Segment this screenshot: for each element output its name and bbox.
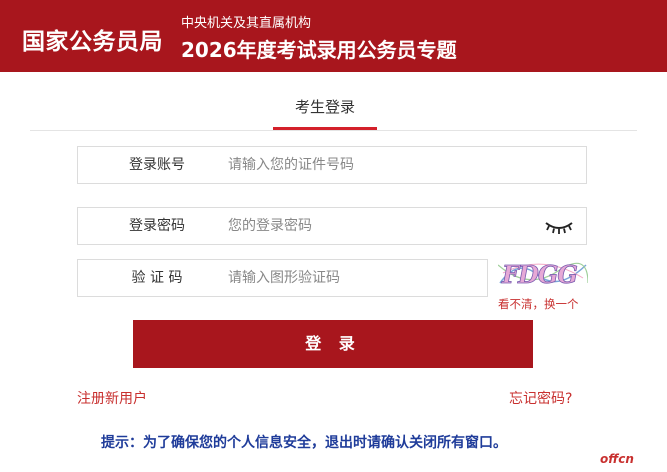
password-field: 登录密码 — [77, 207, 587, 245]
password-label: 登录密码 — [129, 218, 185, 234]
watermark-logo: offcn — [600, 452, 634, 466]
forgot-password-link[interactable]: 忘记密码? — [509, 388, 572, 408]
site-header: 国家公务员局 中央机关及其直属机构 2026年度考试录用公务员专题 — [0, 0, 667, 72]
account-label: 登录账号 — [129, 157, 185, 173]
security-tip: 提示：为了确保您的个人信息安全，退出时请确认关闭所有窗口。 — [101, 435, 507, 451]
password-input[interactable] — [228, 212, 528, 240]
tab-candidate-login[interactable]: 考生登录 — [273, 96, 377, 117]
captcha-image[interactable]: FDGG — [498, 253, 588, 293]
eye-closed-icon[interactable] — [544, 218, 574, 236]
captcha-input[interactable] — [228, 264, 528, 292]
refresh-captcha-link[interactable]: 看不清，换一个 — [498, 296, 590, 312]
topic-title: 2026年度考试录用公务员专题 — [181, 38, 457, 62]
register-link[interactable]: 注册新用户 — [77, 388, 147, 408]
organization-label: 中央机关及其直属机构 — [181, 16, 312, 31]
captcha-text: FDGG — [501, 260, 577, 289]
captcha-label: 验 证 码 — [131, 270, 183, 286]
tab-divider — [30, 130, 637, 131]
login-button[interactable]: 登 录 — [133, 320, 533, 368]
account-field: 登录账号 — [77, 146, 587, 184]
site-brand: 国家公务员局 — [22, 29, 163, 55]
account-input[interactable] — [228, 151, 528, 179]
captcha-field: 验 证 码 — [77, 259, 528, 297]
